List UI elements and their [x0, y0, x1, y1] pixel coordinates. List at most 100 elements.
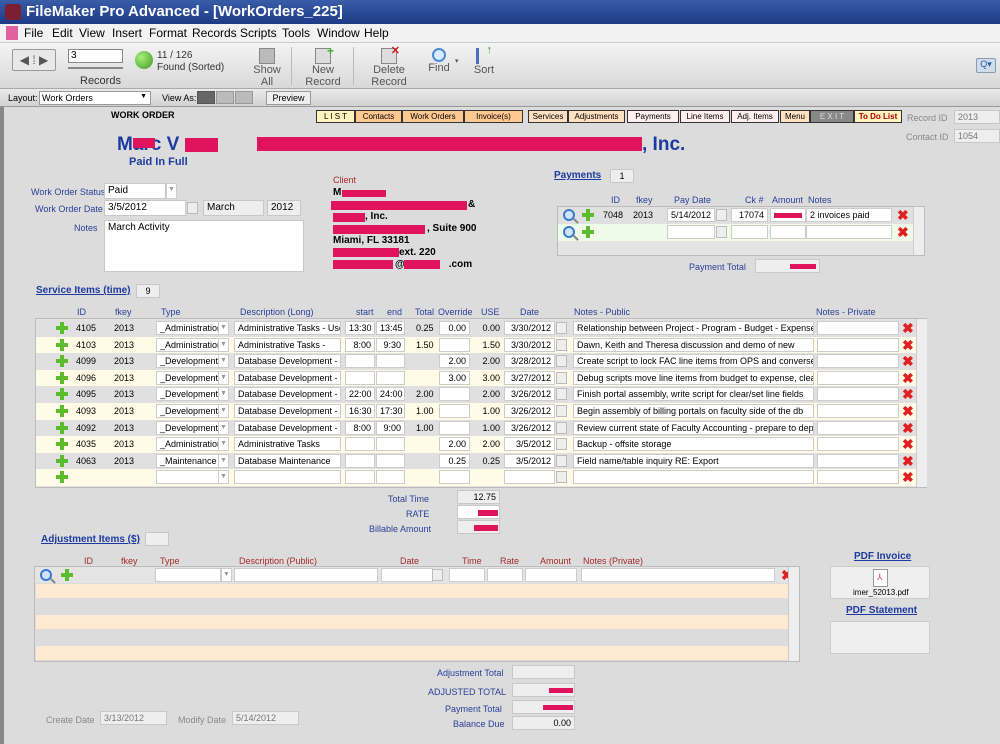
add-icon[interactable]: [56, 454, 68, 467]
service-description-field[interactable]: Database Maintenance: [234, 453, 341, 468]
calendar-icon[interactable]: [556, 438, 567, 451]
service-type-field[interactable]: _Administration: [156, 337, 219, 352]
adjustment-items-link[interactable]: Adjustment Items ($): [41, 534, 140, 545]
calendar-icon[interactable]: [556, 388, 567, 401]
add-icon[interactable]: [56, 438, 68, 451]
nav-tab-line-items[interactable]: Line Items: [680, 110, 730, 123]
service-end-field[interactable]: 13:45: [376, 321, 405, 335]
service-start-field[interactable]: [345, 370, 375, 385]
service-override-field[interactable]: 2.00: [439, 437, 470, 452]
service-date-field[interactable]: 3/27/2012: [504, 370, 555, 385]
calendar-icon[interactable]: [716, 226, 727, 238]
chevron-down-icon[interactable]: ▼: [218, 470, 229, 485]
chevron-down-icon[interactable]: ▼: [166, 183, 177, 199]
service-description-field[interactable]: Database Development -: [234, 404, 341, 418]
service-description-field[interactable]: Administrative Tasks - User: [234, 321, 341, 335]
chevron-down-icon[interactable]: ▼: [218, 387, 229, 402]
calendar-icon[interactable]: [432, 569, 443, 581]
service-end-field[interactable]: 24:00: [376, 387, 405, 402]
chevron-down-icon[interactable]: ▼: [218, 420, 229, 435]
service-item-row[interactable]: 4092 2013 _Development ▼ Database Developmen…: [36, 419, 924, 437]
pdf-invoice-container[interactable]: ⅄ imer_52013.pdf: [830, 566, 930, 599]
add-icon[interactable]: [56, 355, 68, 368]
nav-tab-list[interactable]: L I S T: [316, 110, 355, 123]
delete-icon[interactable]: ✖: [902, 470, 914, 484]
add-icon[interactable]: [56, 371, 68, 384]
service-notes-public-field[interactable]: [573, 470, 814, 485]
delete-icon[interactable]: ✖: [902, 387, 914, 401]
delete-icon[interactable]: ✖: [897, 225, 909, 239]
service-item-row[interactable]: 4099 2013 _Development ▼ Database Developmen…: [36, 353, 924, 371]
adj-type-field[interactable]: [155, 568, 221, 582]
service-override-field[interactable]: [439, 404, 470, 418]
service-start-field[interactable]: 22:00: [345, 387, 375, 402]
calendar-icon[interactable]: [556, 355, 567, 368]
service-type-field[interactable]: _Administration: [156, 437, 219, 452]
adj-amount-field[interactable]: [525, 568, 577, 582]
nav-tab-services[interactable]: Services: [528, 110, 568, 123]
chevron-down-icon[interactable]: ▼: [218, 321, 229, 335]
service-notes-private-field[interactable]: [817, 354, 899, 369]
chevron-down-icon[interactable]: ▼: [221, 568, 232, 582]
service-notes-public-field[interactable]: Finish portal assembly, write script for…: [573, 387, 814, 402]
add-icon[interactable]: [56, 405, 68, 417]
add-icon[interactable]: [56, 388, 68, 401]
calendar-icon[interactable]: [556, 371, 567, 384]
menu-edit[interactable]: Edit: [52, 26, 73, 40]
find-button[interactable]: Find: [426, 48, 452, 74]
record-slider[interactable]: [68, 67, 123, 69]
service-type-field[interactable]: _Administration: [156, 321, 219, 335]
rate-field[interactable]: [457, 505, 500, 519]
service-type-field[interactable]: _Development: [156, 370, 219, 385]
chevron-down-icon[interactable]: ▼: [218, 453, 229, 468]
service-start-field[interactable]: [345, 437, 375, 452]
adj-rate-field[interactable]: [487, 568, 523, 582]
sort-button[interactable]: ↑ Sort: [472, 44, 496, 76]
service-type-field[interactable]: _Maintenance: [156, 453, 219, 468]
adj-notes-field[interactable]: [581, 568, 775, 582]
add-icon[interactable]: [56, 322, 68, 334]
payment-row-new[interactable]: ✖: [558, 224, 913, 241]
service-item-row[interactable]: 4093 2013 _Development ▼ Database Developmen…: [36, 403, 924, 420]
service-end-field[interactable]: [376, 470, 405, 485]
service-description-field[interactable]: Database Development -: [234, 354, 341, 369]
adjustment-row-new[interactable]: ▼ ✖: [35, 567, 793, 583]
payment-notes-field[interactable]: [806, 225, 892, 239]
chevron-down-icon[interactable]: ▼: [218, 404, 229, 418]
delete-icon[interactable]: ✖: [902, 338, 914, 352]
nav-tab-payments[interactable]: Payments: [627, 110, 679, 123]
service-notes-public-field[interactable]: Field name/table inquiry RE: Export: [573, 453, 814, 468]
service-notes-public-field[interactable]: Begin assembly of billing portals on fac…: [573, 404, 814, 418]
service-type-field[interactable]: _Development: [156, 404, 219, 418]
menu-records[interactable]: Records: [192, 26, 237, 40]
calendar-icon[interactable]: [556, 471, 567, 484]
service-end-field[interactable]: 9:00: [376, 420, 405, 435]
service-notes-private-field[interactable]: [817, 337, 899, 352]
service-end-field[interactable]: [376, 354, 405, 369]
view-as-form-button[interactable]: [197, 91, 215, 104]
quick-find-button[interactable]: Q▾: [976, 58, 996, 73]
service-description-field[interactable]: [234, 470, 341, 485]
service-override-field[interactable]: [439, 420, 470, 435]
adjustments-scrollbar[interactable]: [788, 567, 799, 661]
service-notes-public-field[interactable]: Dawn, Keith and Theresa discussion and d…: [573, 337, 814, 352]
service-type-field[interactable]: [156, 470, 219, 485]
calendar-icon[interactable]: [187, 202, 198, 214]
service-start-field[interactable]: 8:00: [345, 420, 375, 435]
nav-tab-menu[interactable]: Menu: [780, 110, 810, 123]
work-order-date-field[interactable]: 3/5/2012: [104, 200, 186, 216]
service-date-field[interactable]: 3/30/2012: [504, 337, 555, 352]
service-description-field[interactable]: Database Development -: [234, 387, 341, 402]
service-end-field[interactable]: [376, 437, 405, 452]
view-record-icon[interactable]: [40, 569, 52, 581]
service-description-field[interactable]: Administrative Tasks -: [234, 337, 341, 352]
preview-button[interactable]: Preview: [266, 91, 311, 105]
delete-icon[interactable]: ✖: [902, 371, 914, 385]
payment-check-field[interactable]: [731, 225, 768, 239]
payments-scrollbar[interactable]: [913, 207, 924, 255]
service-item-row[interactable]: 4035 2013 _Administration ▼ Administrative T…: [36, 436, 924, 454]
notes-field[interactable]: March Activity: [104, 220, 304, 272]
service-description-field[interactable]: Administrative Tasks: [234, 437, 341, 452]
delete-icon[interactable]: ✖: [902, 421, 914, 435]
payments-link[interactable]: Payments: [554, 170, 601, 181]
